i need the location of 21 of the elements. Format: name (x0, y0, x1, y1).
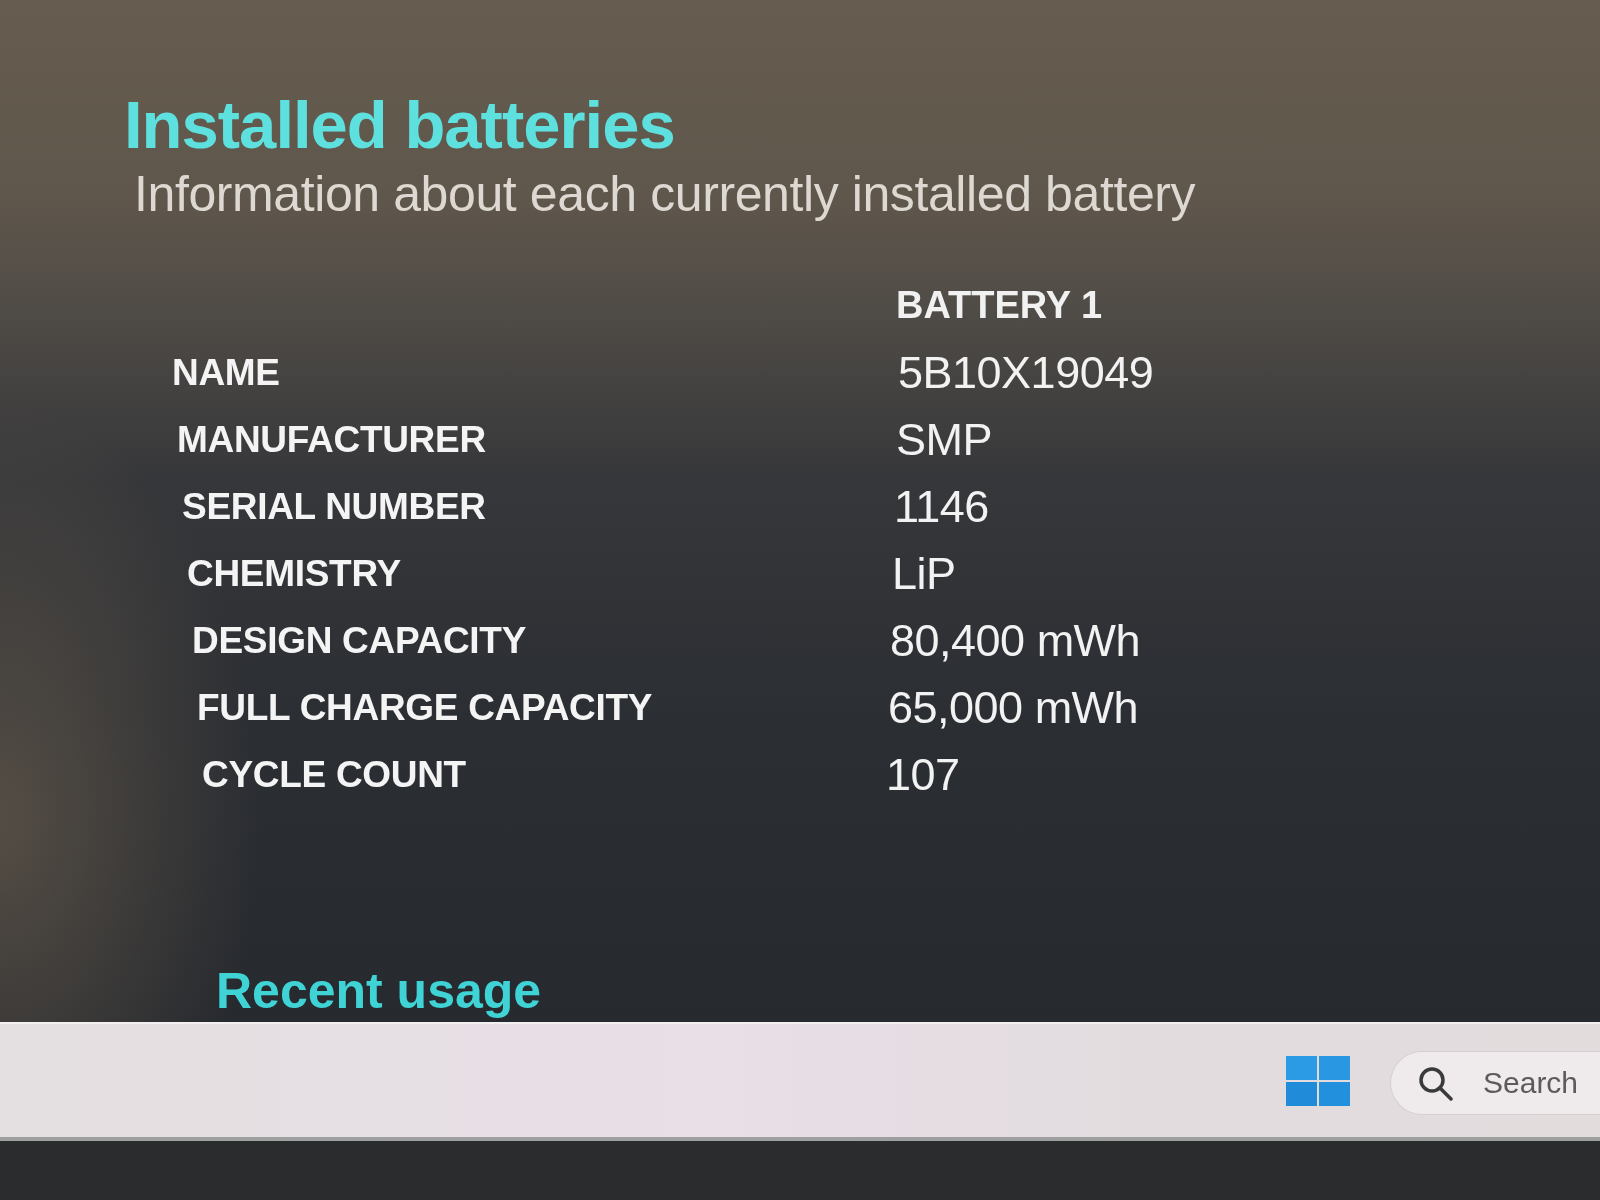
cell-value: 5B10X19049 (898, 346, 1154, 399)
start-icon[interactable] (1286, 1055, 1350, 1106)
search-icon (1417, 1064, 1453, 1101)
row-label: SERIAL NUMBER (182, 485, 486, 528)
cell-value: 107 (886, 748, 960, 801)
cell-value: LiP (892, 547, 956, 600)
page-subtitle: Information about each currently installed battery (134, 166, 1196, 222)
cell-value: 65,000 mWh (888, 681, 1139, 734)
row-label: MANUFACTURER (177, 418, 486, 461)
column-header: BATTERY 1 (896, 284, 1103, 327)
row-label: CYCLE COUNT (202, 753, 466, 796)
row-label: DESIGN CAPACITY (192, 619, 526, 662)
page-title: Installed batteries (124, 88, 675, 162)
row-label: NAME (172, 351, 280, 394)
row-label: FULL CHARGE CAPACITY (197, 686, 653, 729)
section-title: Recent usage (216, 964, 542, 1018)
search-button[interactable]: Search (1390, 1050, 1600, 1115)
cell-value: SMP (896, 413, 992, 466)
row-label: CHEMISTRY (187, 552, 401, 595)
cell-value: 1146 (894, 480, 989, 533)
cell-value: 80,400 mWh (890, 614, 1141, 667)
